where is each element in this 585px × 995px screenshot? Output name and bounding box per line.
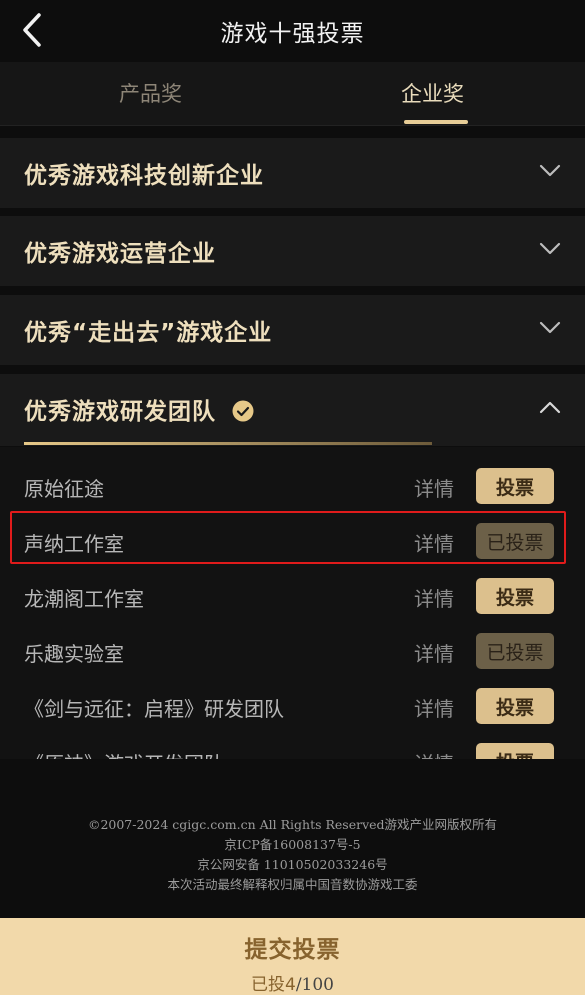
- detail-link[interactable]: 详情: [414, 473, 454, 502]
- police-record-text: 京公网安备 11010502033246号: [197, 857, 388, 872]
- team-name: 原始征途: [24, 477, 104, 501]
- section-going-global[interactable]: 优秀“走出去”游戏企业: [0, 295, 585, 365]
- check-circle-icon: [232, 400, 254, 422]
- chevron-down-icon: [539, 242, 561, 255]
- section-title: 优秀游戏研发团队: [24, 399, 216, 425]
- submit-label: 提交投票: [244, 937, 341, 963]
- detail-link[interactable]: 详情: [414, 583, 454, 612]
- vote-count-prefix: 已投: [250, 975, 285, 995]
- section-rd-team[interactable]: 优秀游戏研发团队: [0, 374, 585, 446]
- detail-link[interactable]: 详情: [414, 693, 454, 722]
- chevron-up-icon: [539, 401, 561, 414]
- voted-button[interactable]: 已投票: [476, 523, 554, 559]
- team-name: 乐趣实验室: [24, 642, 124, 666]
- vote-button[interactable]: 投票: [476, 688, 554, 724]
- detail-link[interactable]: 详情: [414, 748, 454, 759]
- tab-product-award[interactable]: 产品奖: [119, 78, 182, 108]
- page-title: 游戏十强投票: [220, 21, 365, 47]
- tab-enterprise-award[interactable]: 企业奖: [401, 78, 464, 108]
- tab-bar: 产品奖 企业奖: [0, 62, 585, 126]
- list-item: 《原神》游戏开发团队 详情 投票: [0, 728, 585, 759]
- section-title: 优秀“走出去”游戏企业: [24, 320, 273, 346]
- vote-count: 已投4/100: [0, 970, 585, 995]
- list-item: 《剑与远征：启程》研发团队 详情 投票: [0, 673, 585, 728]
- active-tab-indicator: [404, 120, 468, 124]
- section-tech-innovation[interactable]: 优秀游戏科技创新企业: [0, 138, 585, 208]
- chevron-down-icon: [539, 321, 561, 334]
- section-divider: [24, 442, 432, 445]
- vote-button[interactable]: 投票: [476, 743, 554, 759]
- submit-vote-button[interactable]: 提交投票 已投4/100: [0, 918, 585, 995]
- vote-button[interactable]: 投票: [476, 468, 554, 504]
- vote-count-total: /100: [295, 975, 334, 995]
- section-title: 优秀游戏运营企业: [24, 241, 216, 267]
- team-name: 龙潮阁工作室: [24, 587, 144, 611]
- team-name: 《剑与远征：启程》研发团队: [24, 697, 284, 721]
- vote-button[interactable]: 投票: [476, 578, 554, 614]
- list-item: 原始征途 详情 投票: [0, 453, 585, 508]
- team-name: 声纳工作室: [24, 532, 124, 556]
- section-title: 优秀游戏科技创新企业: [24, 163, 264, 189]
- interpretation-text: 本次活动最终解释权归属中国音数协游戏工委: [167, 877, 418, 892]
- voted-button[interactable]: 已投票: [476, 633, 554, 669]
- header: 游戏十强投票: [0, 0, 585, 62]
- detail-link[interactable]: 详情: [414, 638, 454, 667]
- copyright-text: ©2007-2024 cgigc.com.cn All Rights Reser…: [87, 817, 498, 832]
- chevron-down-icon: [539, 164, 561, 177]
- detail-link[interactable]: 详情: [414, 528, 454, 557]
- footer: ©2007-2024 cgigc.com.cn All Rights Reser…: [0, 815, 585, 895]
- section-operation[interactable]: 优秀游戏运营企业: [0, 216, 585, 286]
- icp-text: 京ICP备16008137号-5: [224, 837, 361, 852]
- list-item: 龙潮阁工作室 详情 投票: [0, 563, 585, 618]
- team-name: 《原神》游戏开发团队: [24, 748, 224, 759]
- team-list: 原始征途 详情 投票 声纳工作室 详情 已投票 龙潮阁工作室 详情 投票 乐趣实…: [0, 447, 585, 759]
- vote-count-value: 4: [284, 975, 296, 995]
- list-item: 声纳工作室 详情 已投票: [0, 508, 585, 563]
- list-item: 乐趣实验室 详情 已投票: [0, 618, 585, 673]
